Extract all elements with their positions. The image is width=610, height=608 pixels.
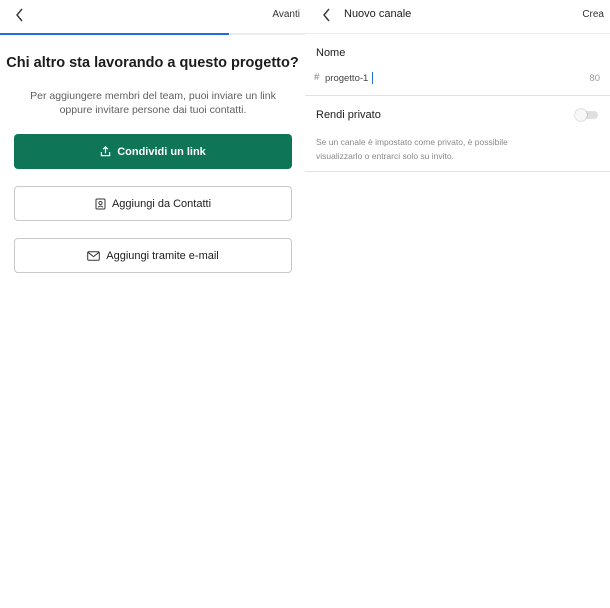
- page-description: Per aggiungere membri del team, puoi inv…: [30, 90, 276, 116]
- hash-icon: #: [314, 72, 320, 83]
- divider: [305, 95, 610, 96]
- progress-bar: [0, 33, 305, 35]
- next-button[interactable]: Avanti: [272, 9, 300, 20]
- back-button[interactable]: [11, 6, 27, 24]
- contact-card-icon: [95, 198, 106, 210]
- chevron-left-icon: [15, 8, 23, 22]
- char-counter: 80: [589, 73, 600, 84]
- channel-name-input[interactable]: [325, 69, 565, 87]
- page-title: Chi altro sta lavorando a questo progett…: [6, 55, 299, 71]
- add-by-email-label: Aggiungi tramite e-mail: [106, 249, 219, 262]
- divider: [305, 171, 610, 172]
- envelope-icon: [87, 250, 101, 261]
- share-link-label: Condividi un link: [117, 145, 206, 158]
- make-private-toggle[interactable]: [575, 109, 598, 121]
- back-button[interactable]: [319, 6, 333, 24]
- channel-name-row: # 80: [305, 66, 610, 94]
- name-label: Nome: [316, 47, 346, 59]
- add-from-contacts-button[interactable]: Aggiungi da Contatti: [14, 186, 292, 221]
- share-icon: [100, 146, 111, 157]
- invite-panel: Avanti Chi altro sta lavorando a questo …: [0, 0, 305, 608]
- make-private-label: Rendi privato: [316, 109, 381, 121]
- share-link-button[interactable]: Condividi un link: [14, 134, 292, 169]
- chevron-left-icon: [322, 8, 330, 22]
- page-title: Nuovo canale: [344, 8, 412, 20]
- progress-bar-fill: [0, 33, 229, 35]
- text-cursor: [372, 72, 373, 84]
- divider: [305, 33, 610, 34]
- create-button[interactable]: Crea: [582, 9, 604, 20]
- add-from-contacts-label: Aggiungi da Contatti: [111, 197, 212, 210]
- make-private-description: Se un canale è impostato come privato, è…: [316, 137, 508, 161]
- new-channel-panel: Nuovo canale Crea Nome # 80 Rendi privat…: [305, 0, 610, 608]
- add-by-email-button[interactable]: Aggiungi tramite e-mail: [14, 238, 292, 273]
- toggle-knob: [575, 109, 587, 121]
